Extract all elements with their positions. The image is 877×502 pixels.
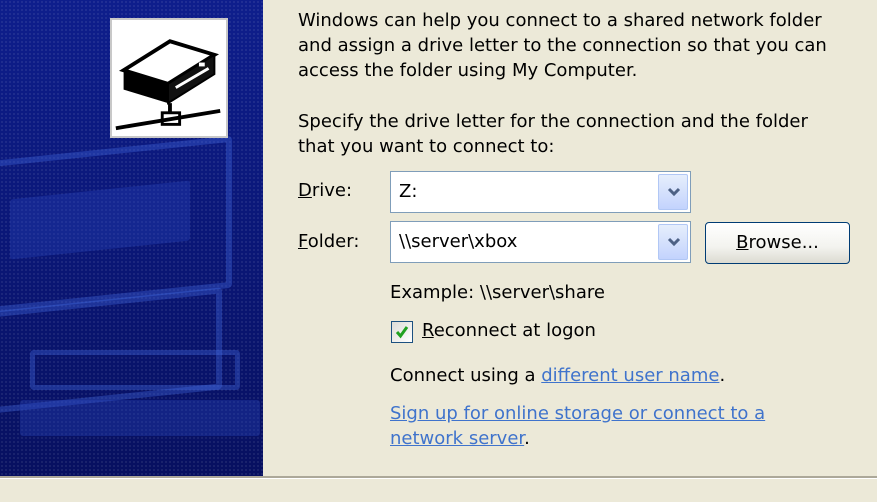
reconnect-label-text: econnect at logon <box>433 320 596 341</box>
browse-label: rowse... <box>748 232 819 253</box>
chevron-down-icon <box>667 187 681 197</box>
reconnect-label[interactable]: Reconnect at logon <box>422 320 596 341</box>
folder-combobox[interactable]: \\server\xbox <box>390 221 691 263</box>
intro-text: Windows can help you connect to a shared… <box>298 8 827 83</box>
connect-using-prefix: Connect using a <box>390 365 542 386</box>
signup-link-line2[interactable]: network server <box>390 428 524 449</box>
side-panel-graphic <box>0 0 263 476</box>
network-drive-icon <box>110 18 228 138</box>
reconnect-checkbox[interactable] <box>391 321 413 343</box>
folder-label-text: older: <box>307 231 360 252</box>
separator <box>0 478 877 479</box>
browse-button[interactable]: Browse... <box>705 222 850 264</box>
specify-text: Specify the drive letter for the connect… <box>298 109 808 159</box>
drive-select[interactable]: Z: <box>390 171 691 213</box>
connect-using-suffix: . <box>719 365 726 386</box>
drive-dropdown-button[interactable] <box>658 174 688 210</box>
folder-label-accelerator: F <box>298 231 308 252</box>
browse-accelerator: B <box>736 232 749 253</box>
different-user-name-link[interactable]: different user name <box>541 365 719 386</box>
intro-line: access the folder using My Computer. <box>298 60 638 81</box>
signup-text: Sign up for online storage or connect to… <box>390 401 765 451</box>
checkmark-icon <box>395 326 409 339</box>
reconnect-accelerator: R <box>422 320 434 341</box>
chevron-down-icon <box>667 237 681 247</box>
intro-line: Windows can help you connect to a shared… <box>298 10 822 31</box>
signup-link-line1[interactable]: Sign up for online storage or connect to… <box>390 403 765 424</box>
drive-label-accelerator: D <box>298 180 312 201</box>
drive-label-text: rive: <box>311 180 353 201</box>
example-text: Example: \\server\share <box>390 282 605 303</box>
map-network-drive-dialog: Windows can help you connect to a shared… <box>0 0 877 502</box>
intro-line: and assign a drive letter to the connect… <box>298 35 827 56</box>
specify-line: that you want to connect to: <box>298 136 555 157</box>
connect-using-text: Connect using a different user name. <box>390 365 725 386</box>
panel-decoration <box>30 350 240 390</box>
signup-suffix: . <box>524 428 530 449</box>
drive-label: Drive: <box>298 180 352 201</box>
drive-value: Z: <box>399 181 418 202</box>
folder-value[interactable]: \\server\xbox <box>399 231 517 252</box>
button-bar <box>0 476 877 502</box>
panel-decoration <box>20 400 260 436</box>
specify-line: Specify the drive letter for the connect… <box>298 111 808 132</box>
folder-label: Folder: <box>298 231 359 252</box>
folder-dropdown-button[interactable] <box>658 224 688 260</box>
